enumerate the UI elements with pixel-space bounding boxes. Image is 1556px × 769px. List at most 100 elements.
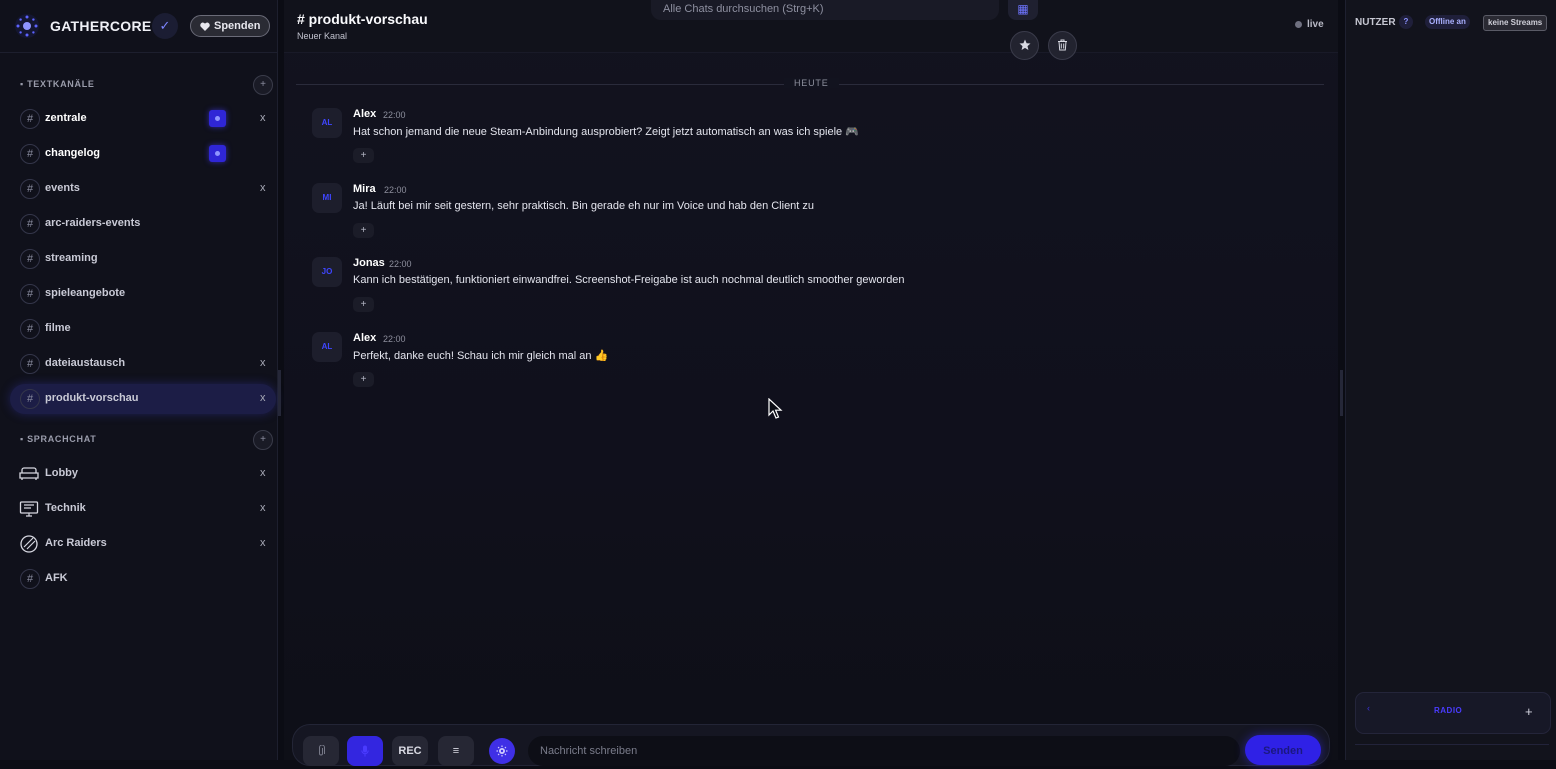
close-channel-button[interactable]: x (260, 392, 266, 404)
channel-header: # produkt-vorschau Neuer Kanal Alle Chat… (284, 0, 1338, 60)
message-author[interactable]: Alex (353, 108, 376, 120)
add-voice-channel-button[interactable]: + (253, 430, 273, 450)
close-channel-button[interactable]: x (260, 182, 266, 194)
sofa-icon (19, 467, 39, 480)
channel-label: streaming (45, 252, 98, 264)
live-label: live (1307, 19, 1324, 30)
message-text: Ja! Läuft bei mir seit gestern, sehr pra… (353, 199, 815, 212)
mouse-cursor-icon (768, 398, 783, 419)
voice-channel-label: Arc Raiders (45, 537, 107, 549)
offline-toggle[interactable]: Offline an (1425, 15, 1470, 29)
text-channel-item[interactable]: # dateiaustausch x (10, 349, 276, 379)
message-time: 22:00 (383, 110, 406, 120)
add-reaction-button[interactable]: + (353, 297, 374, 312)
message-input[interactable] (528, 736, 1240, 766)
close-channel-button[interactable]: x (260, 467, 266, 479)
message-author[interactable]: Mira (353, 183, 376, 195)
channel-label: dateiaustausch (45, 357, 126, 369)
verified-icon[interactable]: ✓ (152, 13, 178, 39)
add-reaction-button[interactable]: + (353, 222, 374, 238)
close-channel-button[interactable]: x (260, 357, 266, 369)
hash-icon: # (20, 179, 40, 199)
text-channel-item[interactable]: # spieleangebote (10, 279, 276, 309)
streams-toggle[interactable]: keine Streams (1483, 15, 1548, 31)
attach-button[interactable] (303, 736, 339, 766)
brand-header: GATHERCORE ✓ Spenden (0, 0, 277, 53)
voice-channel-label: Technik (45, 502, 86, 514)
users-panel: NUTZER ? Offline an keine Streams ‹ RADI… (1345, 0, 1556, 760)
hash-icon: # (20, 389, 40, 409)
text-channel-item[interactable]: # zentrale x (10, 104, 276, 134)
radio-collapse-icon[interactable]: ‹ (1367, 703, 1370, 713)
text-channel-item[interactable]: # changelog (10, 139, 276, 169)
favorite-button[interactable] (1010, 31, 1039, 60)
message-time: 22:00 (384, 184, 407, 195)
voice-channel-item[interactable]: Lobby x (10, 459, 276, 489)
gathercore-logo-icon (15, 14, 39, 38)
hash-icon: # (20, 284, 40, 304)
users-heading: NUTZER (1355, 17, 1396, 28)
add-reaction-button[interactable]: + (353, 371, 374, 387)
message-time: 22:00 (389, 259, 412, 269)
heart-icon (200, 22, 210, 31)
voice-message-button[interactable] (347, 736, 383, 766)
sidebar-resize-handle[interactable] (278, 370, 281, 416)
day-separator-label: HEUTE (784, 78, 839, 88)
chat-main: # produkt-vorschau Neuer Kanal Alle Chat… (284, 0, 1338, 766)
text-channel-item[interactable]: # arc-raiders-events (10, 209, 276, 239)
channel-label: arc-raiders-events (45, 217, 141, 229)
message-text: Perfekt, danke euch! Schau ich mir gleic… (353, 349, 609, 362)
unread-badge-icon (209, 145, 226, 162)
record-button[interactable]: REC (392, 736, 428, 766)
brand-name: GATHERCORE (50, 18, 152, 34)
channel-subtitle: Neuer Kanal (297, 31, 348, 41)
close-channel-button[interactable]: x (260, 537, 266, 549)
emoji-button[interactable] (489, 738, 515, 764)
grid-view-icon[interactable]: ▦ (1008, 0, 1038, 20)
star-icon (1019, 39, 1030, 50)
message-author[interactable]: Jonas (353, 257, 385, 269)
hash-icon: # (20, 249, 40, 269)
delete-channel-button[interactable] (1048, 31, 1077, 60)
avatar[interactable]: JO (312, 257, 342, 287)
avatar[interactable]: AL (312, 108, 342, 138)
text-channel-item[interactable]: # streaming (10, 244, 276, 274)
donate-button[interactable]: Spenden (190, 15, 271, 37)
channel-title: # produkt-vorschau (297, 11, 428, 27)
voice-channels-heading[interactable]: ▪ SPRACHCHAT (20, 434, 96, 448)
text-channel-item[interactable]: # events x (10, 174, 276, 204)
add-text-channel-button[interactable]: + (253, 75, 273, 95)
avatar[interactable]: MI (312, 182, 342, 213)
right-panel-resize-handle[interactable] (1340, 370, 1343, 416)
text-channel-item[interactable]: # filme (10, 314, 276, 344)
message-author[interactable]: Alex (353, 332, 376, 344)
voice-channel-item[interactable]: Technik x (10, 494, 276, 524)
radio-widget: ‹ RADIO + (1355, 692, 1551, 734)
radio-label: RADIO (1434, 706, 1463, 715)
help-icon[interactable]: ? (1399, 15, 1413, 29)
donate-label: Spenden (214, 20, 261, 32)
unread-badge-icon (209, 110, 226, 127)
add-reaction-button[interactable]: + (353, 148, 374, 163)
close-channel-button[interactable]: x (260, 502, 266, 514)
voice-channel-item[interactable]: # AFK (10, 564, 276, 594)
monitor-icon (19, 501, 39, 517)
menu-button[interactable]: ≡ (438, 736, 474, 766)
close-channel-button[interactable]: x (260, 112, 266, 124)
channel-label: produkt-vorschau (45, 392, 139, 404)
voice-channel-item[interactable]: Arc Raiders x (10, 529, 276, 559)
radio-add-button[interactable]: + (1525, 704, 1533, 719)
text-channels-heading[interactable]: ▪ TEXTKANÄLE (20, 79, 95, 93)
send-button[interactable]: Senden (1245, 735, 1321, 765)
message-text: Hat schon jemand die neue Steam-Anbindun… (353, 126, 859, 138)
microphone-icon (361, 745, 369, 757)
avatar[interactable]: AL (312, 331, 342, 362)
voice-channel-label: Lobby (45, 467, 78, 479)
hash-icon: # (20, 144, 40, 164)
message-text: Kann ich bestätigen, funktioniert einwan… (353, 274, 905, 286)
text-channel-item[interactable]: # produkt-vorschau x (10, 384, 276, 414)
channel-label: events (45, 182, 80, 194)
divider (1355, 744, 1549, 745)
channel-label: changelog (45, 147, 101, 159)
global-search-input[interactable]: Alle Chats durchsuchen (Strg+K) (651, 0, 999, 20)
